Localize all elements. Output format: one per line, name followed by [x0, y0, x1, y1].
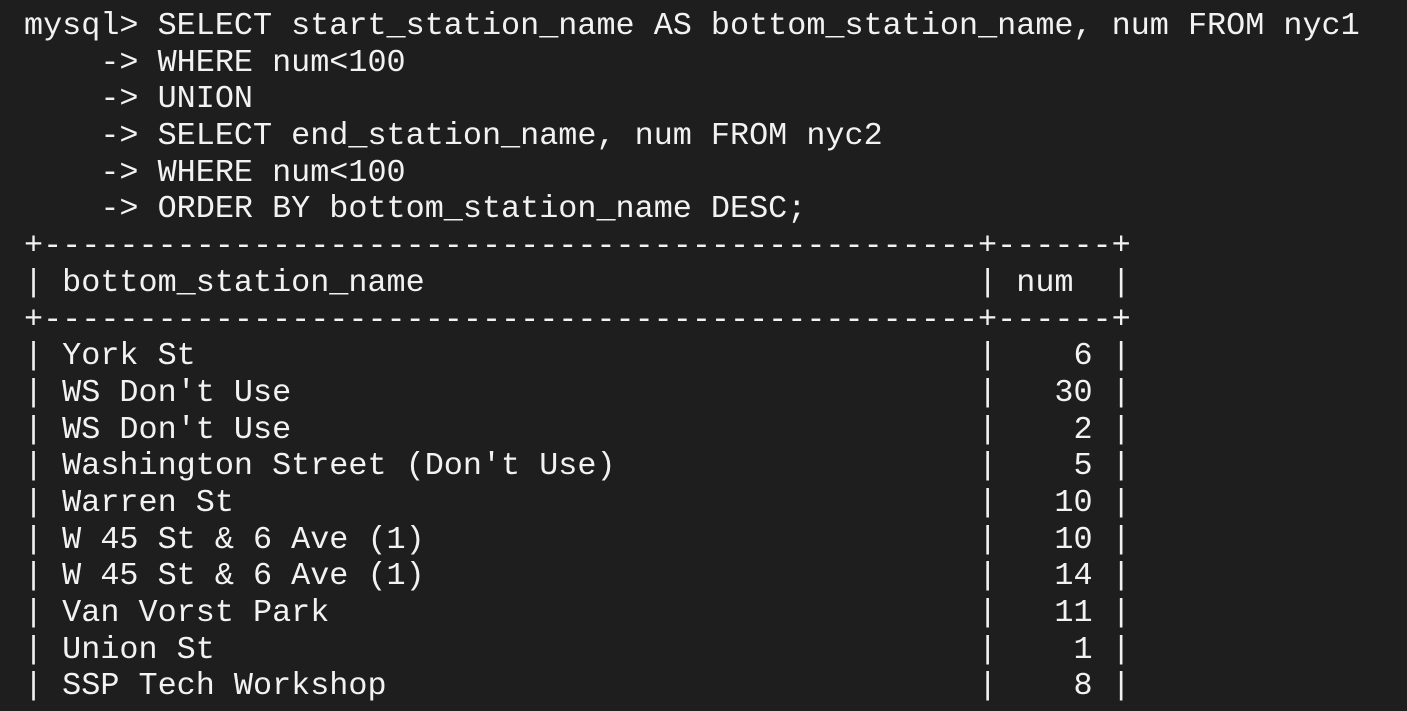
table-row: | Washington Street (Don't Use) | 5 | — [24, 448, 1131, 485]
query-line-1: mysql> SELECT start_station_name AS bott… — [24, 8, 1407, 45]
table-row: | W 45 St & 6 Ave (1) | 10 | — [24, 521, 1131, 558]
cell-station-name: WS Don't Use — [62, 411, 979, 448]
cell-station-name: Washington Street (Don't Use) — [62, 448, 979, 485]
cell-num: 10 — [1016, 521, 1093, 558]
cell-num: 8 — [1016, 668, 1093, 705]
cell-num: 6 — [1016, 338, 1093, 375]
cell-num: 2 — [1016, 411, 1093, 448]
cell-station-name: W 45 St & 6 Ave (1) — [62, 558, 979, 595]
query-text: SELECT start_station_name AS bottom_stat… — [157, 8, 1360, 44]
cell-num: 14 — [1016, 558, 1093, 595]
continuation-prompt: -> — [24, 81, 158, 118]
continuation-prompt: -> — [24, 191, 158, 228]
mysql-prompt: mysql> — [24, 8, 158, 44]
table-row: | Van Vorst Park | 11 | — [24, 595, 1131, 631]
table-row: | Warren St | 10 | — [24, 484, 1131, 521]
query-text: WHERE num<100 — [157, 44, 406, 81]
cell-station-name: WS Don't Use — [62, 374, 979, 411]
query-line-6: -> ORDER BY bottom_station_name DESC; — [24, 191, 1407, 228]
cell-num: 1 — [1016, 631, 1093, 668]
cell-station-name: Union St — [62, 631, 979, 668]
query-text: ORDER BY bottom_station_name DESC; — [157, 191, 807, 228]
table-border-top: +---------------------------------------… — [24, 228, 1131, 265]
table-header-row: | bottom_station_name | num | — [24, 264, 1131, 301]
cell-num: 10 — [1016, 484, 1093, 521]
cell-num: 11 — [1016, 595, 1093, 631]
cell-num: 30 — [1016, 374, 1093, 411]
header-num: num — [1016, 264, 1112, 301]
continuation-prompt: -> — [24, 118, 158, 155]
table-row: | W 45 St & 6 Ave (1) | 14 | — [24, 558, 1131, 595]
continuation-prompt: -> — [24, 154, 158, 191]
query-text: WHERE num<100 — [157, 154, 406, 191]
table-row: | York St | 6 | — [24, 338, 1131, 375]
query-line-3: -> UNION — [24, 81, 1407, 118]
query-line-2: -> WHERE num<100 — [24, 45, 1407, 82]
query-text: UNION — [157, 81, 253, 118]
terminal-window[interactable]: mysql> SELECT start_station_name AS bott… — [0, 0, 1407, 711]
query-line-4: -> SELECT end_station_name, num FROM nyc… — [24, 118, 1407, 155]
continuation-prompt: -> — [24, 44, 158, 81]
cell-station-name: SSP Tech Workshop — [62, 668, 979, 705]
table-row: | SSP Tech Workshop | 8 | — [24, 668, 1131, 705]
cell-station-name: Van Vorst Park — [62, 595, 979, 631]
cell-station-name: York St — [62, 338, 979, 375]
table-row: | WS Don't Use | 30 | — [24, 374, 1131, 411]
table-row: | Union St | 1 | — [24, 631, 1131, 668]
table-border-mid: +---------------------------------------… — [24, 301, 1131, 338]
query-line-5: -> WHERE num<100 — [24, 155, 1407, 192]
header-station-name: bottom_station_name — [62, 264, 979, 301]
cell-num: 5 — [1016, 448, 1093, 485]
cell-station-name: Warren St — [62, 484, 979, 521]
query-text: SELECT end_station_name, num FROM nyc2 — [157, 118, 883, 155]
table-row: | WS Don't Use | 2 | — [24, 411, 1131, 448]
cell-station-name: W 45 St & 6 Ave (1) — [62, 521, 979, 558]
